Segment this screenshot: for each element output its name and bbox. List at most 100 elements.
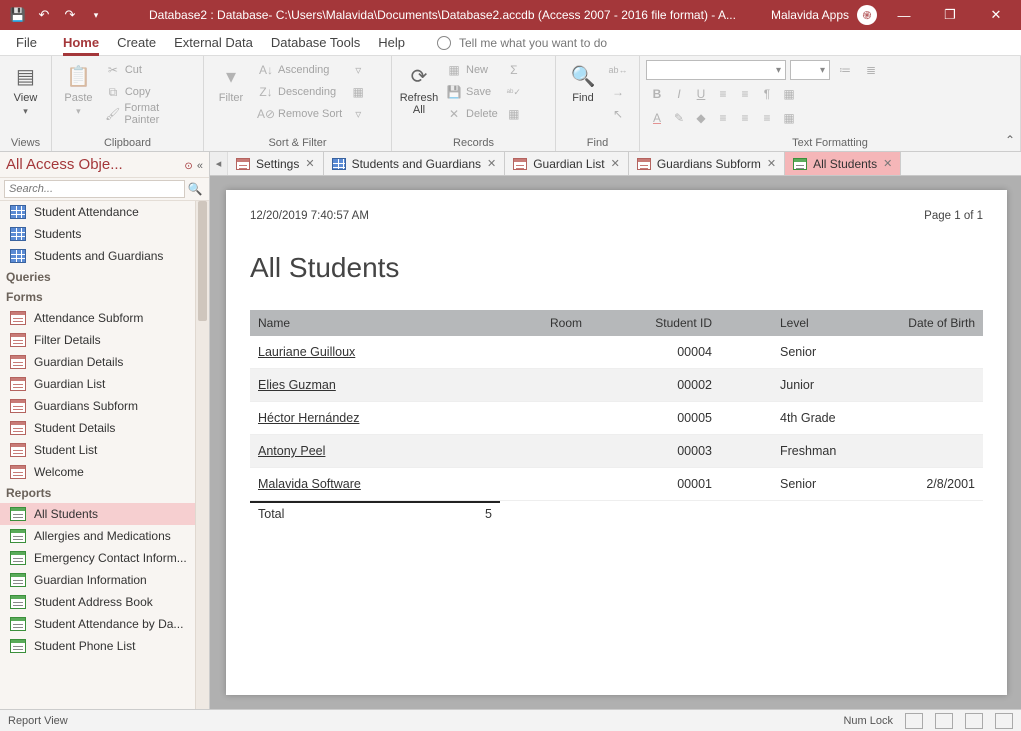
navitem-table[interactable]: Students <box>0 223 209 245</box>
qat-customize-icon[interactable]: ▾ <box>84 3 108 27</box>
tab-home[interactable]: Home <box>63 30 99 56</box>
close-tab-icon[interactable]: ✕ <box>767 157 776 170</box>
navpane-title[interactable]: All Access Obje... <box>6 156 123 173</box>
tab-external-data[interactable]: External Data <box>174 30 253 56</box>
doctab[interactable]: All Students✕ <box>785 152 901 175</box>
cell-name[interactable]: Elies Guzman <box>250 369 510 402</box>
view-layout-button[interactable] <box>965 713 983 729</box>
view-design-button[interactable] <box>995 713 1013 729</box>
navitem-form[interactable]: Student Details <box>0 417 209 439</box>
navpane-search-icon[interactable]: 🔍 <box>185 182 205 196</box>
navitem-form[interactable]: Student List <box>0 439 209 461</box>
remove-sort-button: A⊘ Remove Sort <box>256 104 344 124</box>
delete-icon: ✕ <box>446 106 462 122</box>
navitem-form[interactable]: Filter Details <box>0 329 209 351</box>
remove-sort-icon: A⊘ <box>258 106 274 122</box>
navitem-table[interactable]: Student Attendance <box>0 201 209 223</box>
main-area: All Access Obje... ⊙ « 🔍 Student Attenda… <box>0 152 1021 709</box>
indent-inc-icon: ≡ <box>734 84 756 104</box>
tab-scroll-left[interactable]: ◂ <box>210 152 228 175</box>
navitem-form[interactable]: Guardian Details <box>0 351 209 373</box>
undo-icon[interactable]: ↶ <box>32 3 56 27</box>
report-title: All Students <box>250 252 983 284</box>
navitem-report[interactable]: Student Address Book <box>0 591 209 613</box>
cell-name[interactable]: Antony Peel <box>250 435 510 468</box>
navgroup-forms[interactable]: Forms⌃ <box>0 287 209 307</box>
navitem-report[interactable]: Emergency Contact Inform... <box>0 547 209 569</box>
cell-name[interactable]: Malavida Software <box>250 468 510 501</box>
table-row[interactable]: Héctor Hernández000054th Grade <box>250 402 983 435</box>
doctab-label: Guardian List <box>533 157 604 171</box>
close-tab-icon[interactable]: ✕ <box>487 157 496 170</box>
view-print-button[interactable] <box>935 713 953 729</box>
cell-name[interactable]: Lauriane Guilloux <box>250 336 510 369</box>
navpane-dropdown-icon[interactable]: ⊙ <box>184 161 192 172</box>
doctab[interactable]: Guardians Subform✕ <box>629 152 785 175</box>
remove-sort-label: Remove Sort <box>278 108 342 120</box>
cell-name[interactable]: Héctor Hernández <box>250 402 510 435</box>
report-icon <box>10 639 26 653</box>
lightbulb-icon <box>437 36 451 50</box>
table-row[interactable]: Antony Peel00003Freshman <box>250 435 983 468</box>
minimize-button[interactable]: — <box>885 3 923 27</box>
close-tab-icon[interactable]: ✕ <box>611 157 620 170</box>
tab-file[interactable]: File <box>8 30 45 56</box>
refresh-all-button[interactable]: ⟳ Refresh All <box>398 60 440 136</box>
cut-icon: ✂ <box>105 62 121 78</box>
navgroup-queries[interactable]: Queries⌄ <box>0 267 209 287</box>
doctab[interactable]: Settings✕ <box>228 152 324 175</box>
bold-button: B <box>646 84 668 104</box>
ascending-label: Ascending <box>278 64 329 76</box>
close-button[interactable]: ✕ <box>977 3 1015 27</box>
navpane-search-input[interactable] <box>4 180 185 198</box>
find-button[interactable]: 🔍 Find <box>562 60 604 136</box>
toggle-filter-icon: ▿ <box>350 106 366 122</box>
ribbon-collapse-icon[interactable]: ⌃ <box>1005 133 1015 147</box>
app-account-icon[interactable]: ֎ <box>857 5 877 25</box>
navgroup-reports[interactable]: Reports⌃ <box>0 483 209 503</box>
view-button[interactable]: ▤ View ▾ <box>6 60 45 136</box>
tab-database-tools[interactable]: Database Tools <box>271 30 360 56</box>
table-row[interactable]: Elies Guzman00002Junior <box>250 369 983 402</box>
close-tab-icon[interactable]: ✕ <box>305 157 314 170</box>
scrollbar-thumb[interactable] <box>198 201 207 321</box>
navitem-table[interactable]: Students and Guardians <box>0 245 209 267</box>
goto-button: → <box>608 82 628 102</box>
view-report-button[interactable] <box>905 713 923 729</box>
form-icon <box>10 377 26 391</box>
col-room: Room <box>510 310 590 336</box>
cell-student-id: 00005 <box>590 402 720 435</box>
tab-help[interactable]: Help <box>378 30 405 56</box>
redo-icon[interactable]: ↷ <box>58 3 82 27</box>
tell-me-search[interactable]: Tell me what you want to do <box>437 36 607 50</box>
font-size-combo: ▾ <box>790 60 830 80</box>
new-icon: ▦ <box>446 62 462 78</box>
paste-button: 📋 Paste ▾ <box>58 60 99 136</box>
navpane-collapse-icon[interactable]: « <box>197 160 203 172</box>
table-row[interactable]: Lauriane Guilloux00004Senior <box>250 336 983 369</box>
navitem-report[interactable]: Student Attendance by Da... <box>0 613 209 635</box>
navitem-report[interactable]: All Students <box>0 503 209 525</box>
tab-create[interactable]: Create <box>117 30 156 56</box>
navpane-scrollbar[interactable] <box>195 201 209 709</box>
close-tab-icon[interactable]: ✕ <box>883 157 892 170</box>
table-row[interactable]: Malavida Software00001Senior2/8/2001 <box>250 468 983 501</box>
col-level: Level <box>720 310 844 336</box>
navitem-label: Attendance Subform <box>34 311 143 325</box>
form-icon <box>10 399 26 413</box>
doctab[interactable]: Guardian List ✕ <box>505 152 629 175</box>
report-page: 12/20/2019 7:40:57 AM Page 1 of 1 All St… <box>226 190 1007 695</box>
form-icon <box>637 158 651 170</box>
navitem-report[interactable]: Allergies and Medications <box>0 525 209 547</box>
restore-button[interactable]: ❐ <box>931 3 969 27</box>
navitem-form[interactable]: Guardians Subform <box>0 395 209 417</box>
navitem-form[interactable]: Guardian List <box>0 373 209 395</box>
navitem-report[interactable]: Student Phone List <box>0 635 209 657</box>
navitem-form[interactable]: Attendance Subform <box>0 307 209 329</box>
save-icon[interactable]: 💾 <box>6 3 30 27</box>
navitem-form[interactable]: Welcome <box>0 461 209 483</box>
window-title: Database2 : Database- C:\Users\Malavida\… <box>114 8 771 22</box>
doctab[interactable]: Students and Guardians✕ <box>324 152 506 175</box>
copy-label: Copy <box>125 86 151 98</box>
navitem-report[interactable]: Guardian Information <box>0 569 209 591</box>
